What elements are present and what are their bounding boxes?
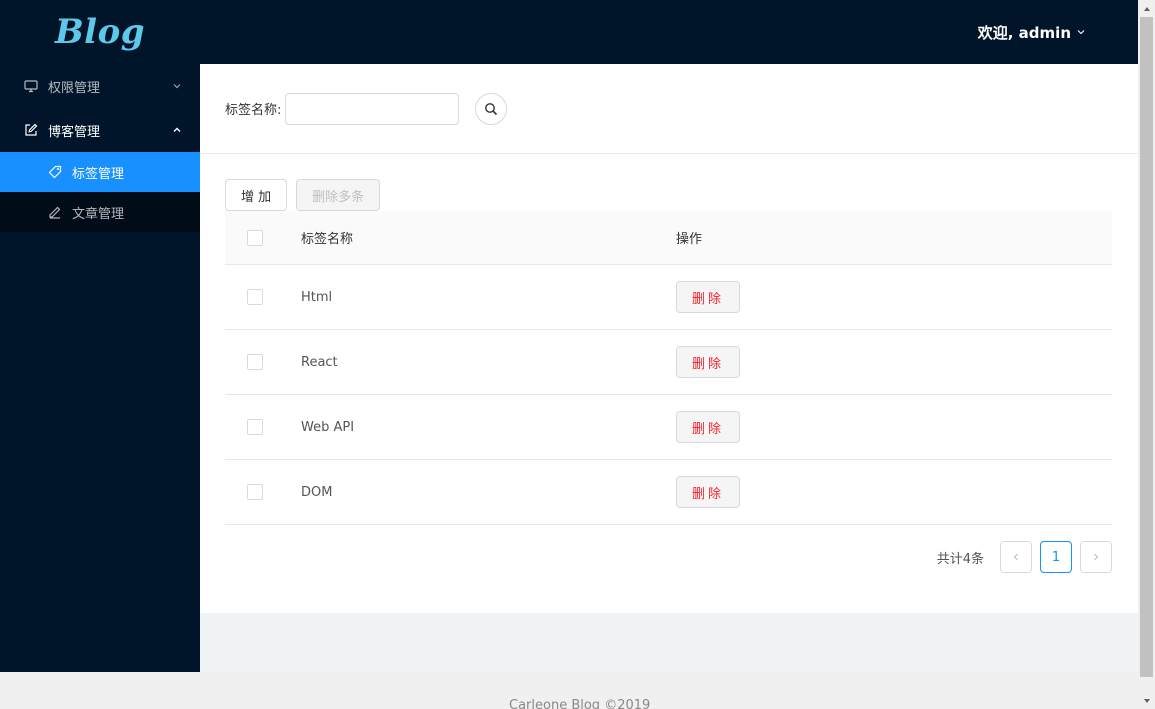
table-row: React 删除 (225, 330, 1112, 395)
search-bar: 标签名称: (200, 64, 1138, 154)
tag-name: Web API (301, 419, 355, 435)
search-label: 标签名称: (225, 103, 282, 118)
row-checkbox[interactable] (247, 419, 263, 435)
menu-item-permission[interactable]: 权限管理 (0, 64, 200, 108)
logo-text: Blog (54, 12, 146, 52)
sidebar: Blog 权限管理 博客管理 标签管理 文章管理 (0, 0, 200, 672)
table-row: DOM 删除 (225, 460, 1112, 525)
scroll-up-icon[interactable] (1138, 0, 1155, 17)
menu-item-label: 权限管理 (48, 80, 101, 96)
user-greeting: 欢迎, admin (977, 23, 1071, 42)
bulk-delete-button[interactable]: 删除多条 (296, 179, 381, 211)
search-button[interactable] (475, 92, 508, 125)
column-header-name: 标签名称 (301, 232, 354, 247)
next-page-button[interactable] (1080, 541, 1112, 573)
row-checkbox[interactable] (247, 354, 263, 370)
select-all-checkbox[interactable] (247, 229, 263, 246)
table-header: 标签名称 操作 (225, 211, 1112, 265)
chevron-down-icon (1076, 27, 1086, 37)
edit-icon (24, 123, 38, 137)
header: 欢迎, admin (200, 0, 1138, 64)
row-checkbox[interactable] (247, 289, 263, 305)
chevron-down-icon (172, 81, 182, 91)
user-menu[interactable]: 欢迎, admin (978, 0, 1086, 64)
tag-name: Html (301, 289, 333, 305)
chevron-up-icon (172, 125, 182, 135)
prev-page-button[interactable] (1000, 541, 1032, 573)
scroll-down-icon[interactable] (1138, 692, 1155, 709)
delete-button[interactable]: 删除 (676, 346, 741, 378)
menu-item-blog[interactable]: 博客管理 (0, 108, 200, 152)
pen-icon (48, 205, 62, 219)
page-scrollbar[interactable] (1138, 0, 1155, 709)
delete-button[interactable]: 删除 (676, 476, 741, 508)
page-button-current[interactable]: 1 (1040, 541, 1072, 573)
search-input[interactable] (285, 92, 460, 125)
pagination-total: 共计4条 (936, 551, 984, 567)
desktop-icon (24, 79, 38, 93)
main-content: 标签名称: 增 加 删除多条 标签名称 操作 Html 删除 React 删除 … (200, 64, 1138, 613)
chevron-left-icon (1013, 553, 1018, 561)
submenu-blog: 标签管理 文章管理 (0, 152, 200, 232)
add-button[interactable]: 增 加 (225, 179, 288, 211)
sidebar-item-label: 文章管理 (72, 206, 125, 222)
footer: Carleone Blog ©2019 (0, 672, 1138, 709)
tag-name: React (301, 354, 338, 370)
delete-button[interactable]: 删除 (676, 281, 741, 313)
menu-item-label: 博客管理 (48, 124, 101, 140)
tag-icon (48, 165, 62, 179)
sidebar-item-tags[interactable]: 标签管理 (0, 152, 200, 192)
table-row: Web API 删除 (225, 395, 1112, 460)
search-icon (485, 102, 498, 115)
pagination: 共计4条 1 (937, 541, 1112, 573)
chevron-right-icon (1094, 553, 1099, 561)
tags-table: 标签名称 操作 Html 删除 React 删除 Web API 删除 DOM … (225, 211, 1112, 525)
delete-button[interactable]: 删除 (676, 411, 741, 443)
table-row: Html 删除 (225, 265, 1112, 330)
sidebar-item-label: 标签管理 (72, 166, 125, 182)
toolbar: 增 加 删除多条 (225, 179, 381, 211)
column-header-action: 操作 (676, 232, 703, 247)
scrollbar-thumb[interactable] (1140, 17, 1153, 677)
row-checkbox[interactable] (247, 484, 263, 500)
tag-name: DOM (301, 484, 333, 500)
logo[interactable]: Blog (0, 0, 200, 64)
footer-text: Carleone Blog ©2019 (509, 698, 651, 709)
sidebar-item-articles[interactable]: 文章管理 (0, 192, 200, 232)
